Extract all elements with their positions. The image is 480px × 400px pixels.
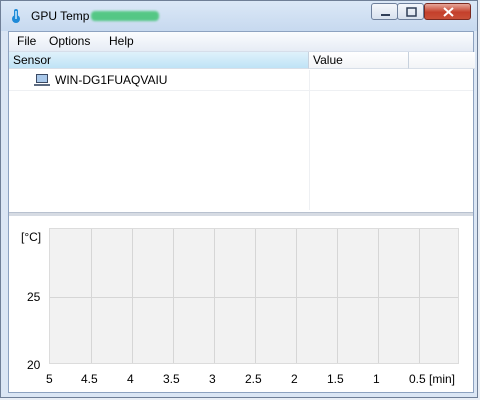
gpu-temp-window: GPU Temp File Options Help Sensor Value xyxy=(0,0,478,398)
close-button[interactable] xyxy=(424,3,471,20)
tree-row[interactable]: WIN-DG1FUAQVAIU xyxy=(9,70,473,91)
x-tick-label: 0.5 [min] xyxy=(409,372,456,386)
x-tick-label: 1 xyxy=(373,372,380,386)
menu-options[interactable]: Options xyxy=(47,34,92,48)
column-header-value[interactable]: Value xyxy=(309,52,409,69)
x-tick-label: 4 xyxy=(127,372,134,386)
vertical-gridline xyxy=(337,229,338,363)
vertical-gridline xyxy=(255,229,256,363)
vertical-gridline xyxy=(214,229,215,363)
y-tick-label: 20 xyxy=(27,358,41,372)
redacted-title-suffix xyxy=(91,11,159,21)
column-header-filler xyxy=(409,52,475,69)
y-axis-unit: [°C] xyxy=(21,230,42,244)
vertical-gridline xyxy=(296,229,297,363)
maximize-icon xyxy=(406,7,417,17)
x-tick-label: 4.5 xyxy=(81,372,98,386)
y-tick-label: 25 xyxy=(27,290,41,304)
column-header-sensor[interactable]: Sensor xyxy=(9,52,309,69)
x-tick-label: 5 xyxy=(46,372,53,386)
column-separator xyxy=(309,70,310,210)
sensor-tree[interactable]: Sensor Value WIN-DG1FUAQVAIU xyxy=(9,52,475,212)
x-tick-label: 3 xyxy=(209,372,216,386)
title-bar[interactable]: GPU Temp xyxy=(1,1,477,31)
x-tick-label: 2.5 xyxy=(245,372,262,386)
computer-icon xyxy=(34,74,50,86)
x-tick-label: 2 xyxy=(291,372,298,386)
x-tick-label: 3.5 xyxy=(163,372,180,386)
window-title: GPU Temp xyxy=(31,9,90,23)
close-icon xyxy=(443,7,454,17)
vertical-gridline xyxy=(419,229,420,363)
menu-bar: File Options Help xyxy=(9,32,473,52)
vertical-gridline xyxy=(132,229,133,363)
horizontal-gridline xyxy=(50,297,458,298)
x-tick-label: 1.5 xyxy=(327,372,344,386)
minimize-icon xyxy=(381,14,390,16)
vertical-gridline xyxy=(91,229,92,363)
menu-file[interactable]: File xyxy=(15,34,38,48)
vertical-gridline xyxy=(173,229,174,363)
maximize-button[interactable] xyxy=(397,3,424,20)
thermometer-icon xyxy=(12,9,20,23)
plot-area xyxy=(49,228,459,364)
vertical-gridline xyxy=(378,229,379,363)
tree-row-label: WIN-DG1FUAQVAIU xyxy=(55,73,168,87)
menu-help[interactable]: Help xyxy=(107,34,136,48)
temperature-plot: [°C] 25 20 5 4.5 4 3.5 3 2.5 2 1.5 1 0.5… xyxy=(9,216,473,392)
client-area: File Options Help Sensor Value WIN-DG1FU… xyxy=(8,31,475,393)
minimize-button[interactable] xyxy=(371,3,398,20)
